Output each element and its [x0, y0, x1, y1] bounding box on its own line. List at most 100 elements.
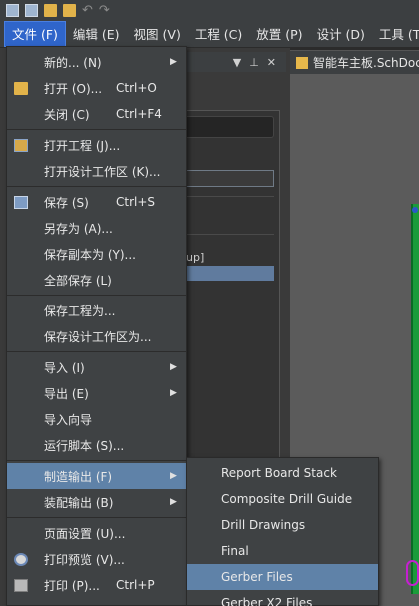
undo-icon[interactable]: ↶	[82, 4, 93, 17]
save-icon[interactable]	[6, 3, 19, 17]
menubar: 文件 (F) 编辑 (E) 视图 (V) 工程 (C) 放置 (P) 设计 (D…	[0, 20, 419, 48]
panel-selected-row[interactable]	[186, 266, 274, 281]
menu-item-label: 运行脚本 (S)...	[44, 438, 125, 453]
submenu-arrow-icon: ▶	[170, 497, 177, 507]
menu-item-save[interactable]: 保存 (S) Ctrl+S	[7, 189, 186, 215]
menu-item-label: 打开设计工作区 (K)...	[44, 164, 161, 179]
submenu-item-composite-drill-guide[interactable]: Composite Drill Guide	[187, 486, 378, 512]
menu-view[interactable]: 视图 (V)	[127, 21, 188, 47]
menu-separator	[7, 517, 186, 518]
menu-item-label: 打开 (O)...	[44, 81, 103, 96]
submenu-item-label: Gerber Files	[221, 570, 293, 584]
panel-search-input[interactable]	[186, 116, 274, 138]
submenu-item-label: Drill Drawings	[221, 518, 306, 532]
menu-item-shortcut: Ctrl+F4	[116, 107, 162, 121]
menu-item-label: 导出 (E)	[44, 386, 89, 401]
menu-item-run-script[interactable]: 运行脚本 (S)...	[7, 432, 186, 458]
menu-item-save-as[interactable]: 另存为 (A)...	[7, 215, 186, 241]
panel-menu-icon[interactable]: ▼	[233, 56, 241, 69]
submenu-item-label: Report Board Stack	[221, 466, 337, 480]
panel-tree-text: up]	[186, 251, 205, 264]
submenu-arrow-icon: ▶	[170, 57, 177, 67]
submenu-item-label: Composite Drill Guide	[221, 492, 353, 506]
divider	[186, 234, 274, 235]
menu-item-print[interactable]: 打印 (P)... Ctrl+P	[7, 572, 186, 598]
menu-separator	[7, 129, 186, 130]
document-tab[interactable]: 智能车主板.SchDoc	[290, 50, 419, 74]
open-folder-icon[interactable]	[44, 3, 57, 17]
menu-item-new[interactable]: 新的... (N) ▶	[7, 49, 186, 75]
menu-item-label: 打开工程 (J)...	[44, 138, 121, 153]
menu-item-label: 保存副本为 (Y)...	[44, 247, 136, 262]
submenu-item-gerber-files[interactable]: Gerber Files	[187, 564, 378, 590]
menu-design[interactable]: 设计 (D)	[310, 21, 372, 47]
submenu-item-gerber-x2-files[interactable]: Gerber X2 Files	[187, 590, 378, 606]
redo-icon[interactable]: ↷	[99, 4, 110, 17]
menu-item-label: 另存为 (A)...	[44, 221, 113, 236]
pin-icon[interactable]: ⊥	[249, 56, 259, 69]
menu-item-open-project[interactable]: 打开工程 (J)...	[7, 132, 186, 158]
menu-item-label: 导入 (I)	[44, 360, 85, 375]
save-all-icon[interactable]	[25, 3, 38, 17]
menu-item-shortcut: Ctrl+O	[116, 81, 157, 95]
menu-item-open[interactable]: 打开 (O)... Ctrl+O	[7, 75, 186, 101]
submenu-arrow-icon: ▶	[170, 471, 177, 481]
menu-item-assembly-outputs[interactable]: 装配输出 (B) ▶	[7, 489, 186, 515]
sheet-marker	[412, 207, 418, 213]
menu-item-shortcut: Ctrl+S	[116, 195, 156, 209]
folder-open-icon	[14, 81, 28, 95]
menu-item-save-project-as[interactable]: 保存工程为...	[7, 297, 186, 323]
menu-item-label: 关闭 (C)	[44, 107, 90, 122]
menu-item-label: 全部保存 (L)	[44, 273, 112, 288]
schematic-sheet	[411, 204, 419, 594]
menu-item-label: 导入向导	[44, 412, 93, 427]
save-icon	[14, 195, 28, 209]
sheet-corner-mark	[406, 560, 419, 586]
menu-item-save-workspace-as[interactable]: 保存设计工作区为...	[7, 323, 186, 349]
menu-item-page-setup[interactable]: 页面设置 (U)...	[7, 520, 186, 546]
submenu-arrow-icon: ▶	[170, 362, 177, 372]
panel-header: ▼ ⊥ ✕	[186, 52, 286, 72]
menu-item-fabrication-outputs[interactable]: 制造输出 (F) ▶	[7, 463, 186, 489]
menu-edit[interactable]: 编辑 (E)	[66, 21, 127, 47]
menu-item-open-workspace[interactable]: 打开设计工作区 (K)...	[7, 158, 186, 184]
menu-item-label: 打印 (P)...	[44, 578, 100, 593]
menu-item-label: 保存设计工作区为...	[44, 329, 152, 344]
menu-separator	[7, 351, 186, 352]
document-tab-title: 智能车主板.SchDoc	[313, 56, 419, 70]
submenu-arrow-icon: ▶	[170, 388, 177, 398]
menu-item-label: 保存工程为...	[44, 303, 116, 318]
submenu-item-drill-drawings[interactable]: Drill Drawings	[187, 512, 378, 538]
menu-item-export[interactable]: 导出 (E) ▶	[7, 380, 186, 406]
menu-item-import[interactable]: 导入 (I) ▶	[7, 354, 186, 380]
menu-file[interactable]: 文件 (F)	[4, 20, 66, 47]
open-project-icon[interactable]	[63, 3, 76, 17]
menu-separator	[7, 186, 186, 187]
divider	[186, 196, 274, 197]
menu-place[interactable]: 放置 (P)	[249, 21, 309, 47]
menu-item-save-all[interactable]: 全部保存 (L)	[7, 267, 186, 293]
submenu-item-final[interactable]: Final	[187, 538, 378, 564]
file-menu-dropdown: 新的... (N) ▶ 打开 (O)... Ctrl+O 关闭 (C) Ctrl…	[6, 46, 187, 606]
menu-item-close[interactable]: 关闭 (C) Ctrl+F4	[7, 101, 186, 127]
menu-tools[interactable]: 工具 (T)	[372, 21, 419, 47]
print-preview-icon	[14, 552, 28, 566]
menu-item-label: 装配输出 (B)	[44, 495, 114, 510]
open-project-icon	[14, 138, 28, 152]
menu-item-import-wizard[interactable]: 导入向导	[7, 406, 186, 432]
submenu-item-report-board-stack[interactable]: Report Board Stack	[187, 460, 378, 486]
menu-item-shortcut: Ctrl+P	[116, 578, 155, 592]
menu-item-label: 制造输出 (F)	[44, 469, 113, 484]
menu-item-label: 页面设置 (U)...	[44, 526, 126, 541]
print-icon	[14, 578, 28, 592]
menu-item-label: 保存 (S)	[44, 195, 89, 210]
close-icon[interactable]: ✕	[267, 56, 276, 69]
menu-project[interactable]: 工程 (C)	[188, 21, 249, 47]
schdoc-icon	[296, 56, 308, 69]
fabrication-outputs-submenu: Report Board Stack Composite Drill Guide…	[186, 457, 379, 606]
panel-field[interactable]	[186, 170, 274, 187]
menu-item-print-preview[interactable]: 打印预览 (V)...	[7, 546, 186, 572]
quick-access-toolbar: ↶ ↷	[0, 0, 419, 20]
menu-item-save-copy-as[interactable]: 保存副本为 (Y)...	[7, 241, 186, 267]
menu-item-label: 打印预览 (V)...	[44, 552, 125, 567]
